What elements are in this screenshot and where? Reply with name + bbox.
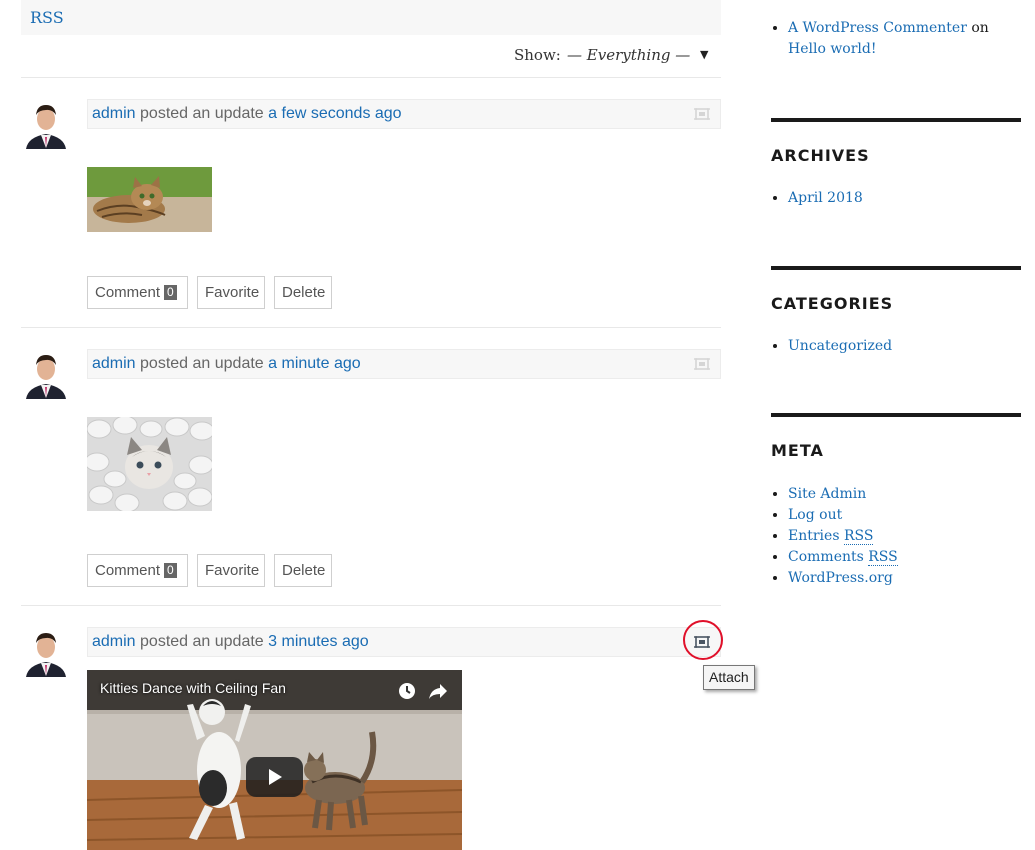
activity-image[interactable] — [87, 167, 212, 232]
comment-count-badge: 0 — [164, 563, 177, 578]
comment-post-link[interactable]: Hello world! — [788, 41, 877, 57]
kitten-in-marshmallows-photo — [87, 417, 212, 511]
share-icon[interactable] — [427, 681, 449, 701]
rss-link[interactable]: RSS — [30, 8, 64, 27]
category-link-uncategorized[interactable]: Uncategorized — [788, 338, 892, 354]
category-item: Uncategorized — [788, 336, 1018, 357]
user-avatar[interactable] — [24, 351, 68, 399]
delete-button[interactable]: Delete — [274, 276, 332, 309]
highlight-circle — [683, 620, 723, 660]
archives-widget: ARCHIVES April 2018 — [771, 118, 1021, 238]
archives-title: ARCHIVES — [771, 146, 870, 165]
log-out-link[interactable]: Log out — [788, 507, 842, 523]
activity-header: admin posted an update a few seconds ago — [87, 99, 721, 129]
activity-action-text: posted an update — [140, 355, 264, 372]
meta-item: Entries RSS — [788, 526, 1018, 547]
activity-image[interactable] — [87, 417, 212, 511]
site-admin-link[interactable]: Site Admin — [788, 486, 866, 502]
wordpress-org-link[interactable]: WordPress.org — [788, 570, 893, 586]
activity-action-text: posted an update — [140, 105, 264, 122]
dropdown-arrow-icon[interactable]: ▼ — [700, 48, 708, 61]
activity-header: admin posted an update 3 minutes ago — [87, 627, 721, 657]
archive-link-april-2018[interactable]: April 2018 — [788, 190, 863, 206]
activity-time-link[interactable]: a minute ago — [268, 355, 361, 372]
comment-label: Comment — [95, 562, 161, 579]
video-title[interactable]: Kitties Dance with Ceiling Fan — [100, 680, 286, 696]
activity-time-link[interactable]: a few seconds ago — [268, 105, 401, 122]
play-button[interactable] — [246, 757, 303, 797]
favorite-button[interactable]: Favorite — [197, 276, 265, 309]
entries-rss-link[interactable]: Entries RSS — [788, 528, 874, 545]
meta-item: Comments RSS — [788, 547, 1018, 568]
categories-title: CATEGORIES — [771, 294, 894, 313]
archive-item: April 2018 — [788, 188, 1018, 209]
activity-action-text: posted an update — [140, 633, 264, 650]
delete-button[interactable]: Delete — [274, 554, 332, 587]
watch-later-icon[interactable] — [396, 680, 418, 702]
recent-comment-item: A WordPress Commenter on Hello world! — [788, 18, 1018, 60]
recent-comments-widget: A WordPress Commenter on Hello world! — [771, 0, 1021, 70]
meta-item: Site Admin — [788, 484, 1018, 505]
attach-tooltip: Attach — [703, 665, 755, 690]
meta-title: META — [771, 441, 824, 460]
activity-user-link[interactable]: admin — [92, 105, 136, 122]
activity-filter-select[interactable]: — Everything — — [567, 46, 690, 64]
user-avatar[interactable] — [24, 101, 68, 149]
comments-label: Comments — [788, 549, 864, 565]
activity-filter: Show: — Everything — ▼ — [21, 36, 721, 78]
activity-time-link[interactable]: 3 minutes ago — [268, 633, 369, 650]
attach-icon[interactable] — [694, 107, 710, 121]
activity-item: admin posted an update a few seconds ago… — [21, 79, 721, 328]
play-icon — [269, 769, 282, 785]
activity-item: admin posted an update a minute ago Comm… — [21, 328, 721, 606]
attach-icon[interactable] — [694, 357, 710, 371]
categories-widget: CATEGORIES Uncategorized — [771, 266, 1021, 386]
entries-label: Entries — [788, 528, 840, 544]
activity-header: admin posted an update a minute ago — [87, 349, 721, 379]
comment-on-text: on — [971, 20, 989, 36]
show-label: Show: — [514, 46, 561, 64]
user-avatar[interactable] — [24, 629, 68, 677]
meta-widget: META Site Admin Log out Entries RSS Comm… — [771, 413, 1021, 613]
comment-button[interactable]: Comment 0 — [87, 554, 188, 587]
comment-button[interactable]: Comment 0 — [87, 276, 188, 309]
activity-user-link[interactable]: admin — [92, 355, 136, 372]
cat-lying-photo — [87, 167, 212, 232]
rss-abbr: RSS — [868, 549, 898, 566]
favorite-button[interactable]: Favorite — [197, 554, 265, 587]
comments-rss-link[interactable]: Comments RSS — [788, 549, 898, 566]
comment-author-link[interactable]: A WordPress Commenter — [788, 20, 967, 36]
meta-item: Log out — [788, 505, 1018, 526]
video-embed[interactable]: Kitties Dance with Ceiling Fan — [87, 670, 462, 850]
comment-label: Comment — [95, 284, 161, 301]
comment-count-badge: 0 — [164, 285, 177, 300]
meta-item: WordPress.org — [788, 568, 1018, 589]
rss-abbr: RSS — [843, 528, 874, 545]
activity-user-link[interactable]: admin — [92, 633, 136, 650]
rss-bar: RSS — [21, 0, 721, 35]
